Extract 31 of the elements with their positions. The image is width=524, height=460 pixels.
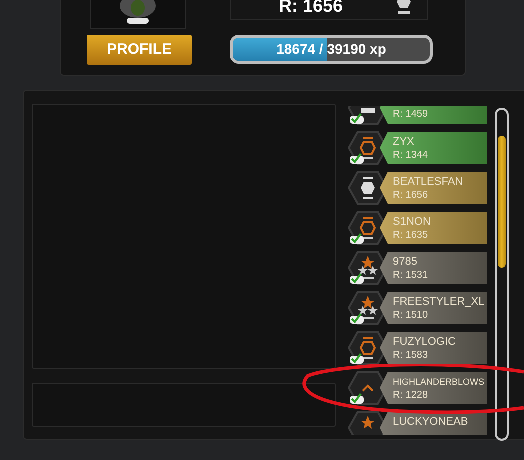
player-name: S1NON <box>393 215 432 229</box>
chat-input-field[interactable] <box>32 383 336 427</box>
player-row[interactable]: S1NON R: 1635 <box>380 212 487 244</box>
player-name: HIGHLANDERBLOWS <box>393 376 485 389</box>
player-row[interactable]: BEATLESFAN R: 1656 <box>380 172 487 204</box>
player-row[interactable]: R: 1459 <box>380 106 487 124</box>
player-name: ZYX <box>393 135 416 149</box>
player-name: 9785 <box>393 255 418 269</box>
player-row[interactable]: FREESTYLER_XL R: 1510 <box>380 292 487 324</box>
player-rating: R: 1510 <box>393 309 430 322</box>
xp-text: 18674 / 39190 xp <box>276 40 388 59</box>
profile-button[interactable]: PROFILE <box>87 35 192 65</box>
player-rating: R: 1459 <box>393 108 430 121</box>
player-row[interactable]: HIGHLANDERBLOWS R: 1228 <box>380 372 487 404</box>
scrollbar-track[interactable] <box>495 108 509 441</box>
player-name: FUZYLOGIC <box>393 335 457 349</box>
player-rating: R: 1344 <box>393 149 430 162</box>
player-name: LUCKYONEAB <box>393 415 470 429</box>
player-row[interactable]: ZYX R: 1344 <box>380 132 487 164</box>
player-rating: R: 1531 <box>393 269 430 282</box>
player-row[interactable]: FUZYLOGIC R: 1583 <box>380 332 487 364</box>
scrollbar-thumb[interactable] <box>498 136 506 268</box>
player-row[interactable]: 9785 R: 1531 <box>380 252 487 284</box>
player-rating: R: 1635 <box>393 229 430 242</box>
player-name: FREESTYLER_XL <box>393 295 485 309</box>
player-name: BEATLESFAN <box>393 175 464 189</box>
player-rating: R: 1583 <box>393 349 430 362</box>
player-rating: R: 1656 <box>393 189 430 202</box>
player-row[interactable]: LUCKYONEAB <box>380 412 487 435</box>
rank-icon <box>397 0 411 16</box>
player-rating: R: 1228 <box>393 389 430 402</box>
